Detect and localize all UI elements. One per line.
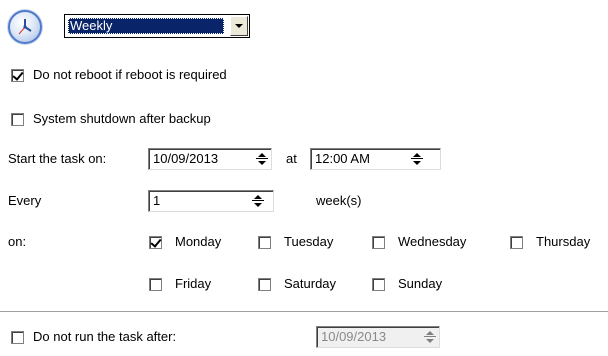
day-label-monday: Monday <box>175 234 222 249</box>
no-reboot-label: Do not reboot if reboot is required <box>33 67 227 82</box>
every-value: 1 <box>153 193 161 208</box>
at-label: at <box>286 151 297 166</box>
day-checkbox-sunday[interactable] <box>372 278 385 291</box>
start-date-label: Start the task on: <box>8 151 107 166</box>
start-time-value: 12:00 AM <box>315 151 370 166</box>
end-date-label: Do not run the task after: <box>33 329 177 344</box>
day-label-wednesday: Wednesday <box>398 234 467 249</box>
day-label-friday: Friday <box>175 276 212 291</box>
start-date-field[interactable]: 10/09/2013 <box>148 148 272 170</box>
day-checkbox-wednesday[interactable] <box>372 236 385 249</box>
every-unit-label: week(s) <box>316 193 362 208</box>
day-label-thursday: Thursday <box>536 234 591 249</box>
no-reboot-checkbox[interactable] <box>11 69 24 82</box>
day-label-tuesday: Tuesday <box>284 234 334 249</box>
day-checkbox-saturday[interactable] <box>258 278 271 291</box>
spin-down-icon[interactable] <box>255 159 269 167</box>
end-date-checkbox[interactable] <box>11 331 24 344</box>
spin-updown-icon <box>423 329 437 345</box>
every-label: Every <box>8 193 42 208</box>
every-field[interactable]: 1 <box>148 190 274 212</box>
spin-updown-icon[interactable] <box>251 193 265 209</box>
day-checkbox-thursday[interactable] <box>510 236 523 249</box>
shutdown-checkbox[interactable] <box>11 113 24 126</box>
shutdown-label: System shutdown after backup <box>33 111 211 126</box>
spin-down-icon <box>423 337 437 345</box>
day-label-sunday: Sunday <box>398 276 443 291</box>
spin-updown-icon[interactable] <box>410 151 424 167</box>
frequency-select-value: Weekly <box>68 18 224 34</box>
section-divider <box>0 311 608 312</box>
end-date-value: 10/09/2013 <box>321 329 387 344</box>
day-checkbox-monday[interactable] <box>149 236 162 249</box>
spin-updown-icon[interactable] <box>255 151 269 167</box>
clock-icon <box>8 10 42 44</box>
spin-down-icon[interactable] <box>410 159 424 167</box>
frequency-select[interactable]: Weekly <box>64 14 250 38</box>
end-date-field: 10/09/2013 <box>316 326 440 348</box>
start-time-field[interactable]: 12:00 AM <box>310 148 441 170</box>
day-checkbox-friday[interactable] <box>149 278 162 291</box>
start-date-value: 10/09/2013 <box>153 151 219 166</box>
chevron-down-icon[interactable] <box>230 16 248 36</box>
days-label: on: <box>8 234 27 249</box>
day-label-saturday: Saturday <box>284 276 337 291</box>
spin-down-icon[interactable] <box>251 201 265 209</box>
day-checkbox-tuesday[interactable] <box>258 236 271 249</box>
